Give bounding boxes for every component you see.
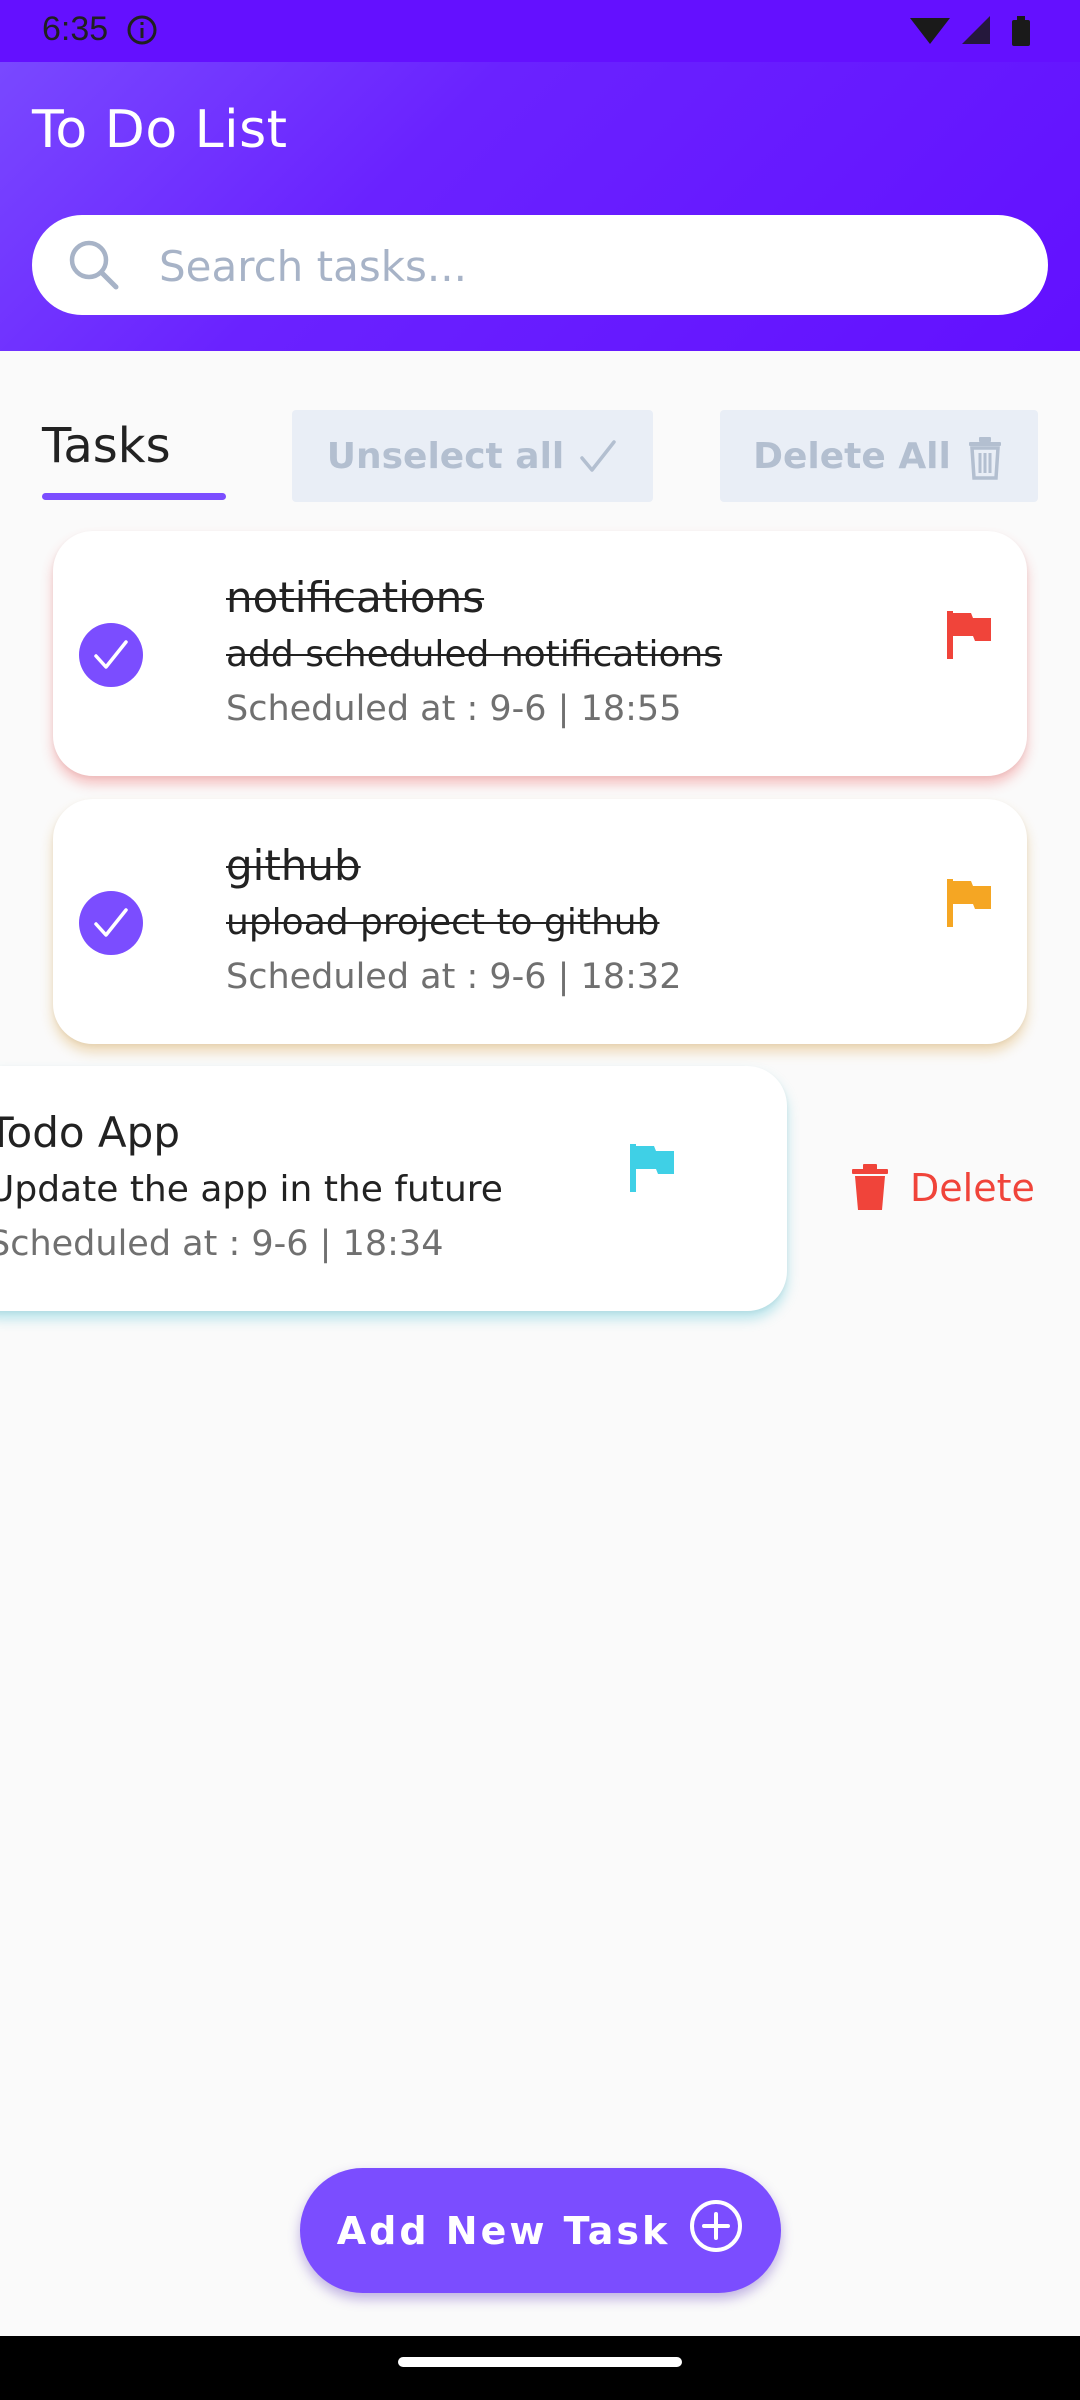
task-card[interactable]: github upload project to github Schedule…: [53, 799, 1027, 1044]
task-card[interactable]: notifications add scheduled notification…: [53, 531, 1027, 776]
page-title: To Do List: [32, 100, 288, 160]
info-circle-icon: [126, 14, 158, 46]
task-scheduled-time: Scheduled at : 9-6 | 18:32: [226, 957, 682, 997]
priority-flag-icon: [628, 1142, 676, 1194]
check-icon: [578, 436, 618, 476]
task-description: Update the app in the future: [0, 1169, 503, 1210]
add-new-task-button[interactable]: Add New Task: [300, 2168, 781, 2293]
battery-icon: [1012, 16, 1030, 46]
plus-circle-icon: [688, 2198, 744, 2263]
trash-icon: [965, 436, 1005, 480]
status-time: 6:35: [42, 10, 109, 48]
task-description: upload project to github: [226, 902, 660, 943]
swipe-delete-button[interactable]: Delete: [850, 1160, 1035, 1216]
system-nav-bar: [0, 2336, 1080, 2400]
task-description: add scheduled notifications: [226, 634, 723, 675]
task-scheduled-time: Scheduled at : 9-6 | 18:34: [0, 1224, 444, 1264]
cell-signal-icon: [962, 16, 990, 44]
task-checkbox-checked[interactable]: [79, 623, 143, 687]
home-indicator[interactable]: [398, 2357, 682, 2367]
task-title: notifications: [226, 573, 485, 622]
status-bar: 6:35: [0, 0, 1080, 62]
search-bar[interactable]: [32, 215, 1048, 317]
trash-icon: [850, 1163, 890, 1214]
tab-active-indicator: [42, 493, 226, 500]
tab-tasks[interactable]: Tasks: [42, 418, 171, 474]
wifi-icon: [910, 18, 950, 44]
delete-all-button[interactable]: Delete All: [720, 410, 1038, 502]
unselect-all-label: Unselect all: [326, 435, 565, 477]
priority-flag-icon: [945, 877, 993, 929]
swipe-delete-label: Delete: [910, 1166, 1035, 1210]
search-icon: [66, 237, 122, 293]
task-checkbox-checked[interactable]: [79, 891, 143, 955]
delete-all-label: Delete All: [753, 435, 951, 477]
unselect-all-button[interactable]: Unselect all: [292, 410, 653, 502]
task-title: github: [226, 841, 361, 890]
task-card[interactable]: Todo App Update the app in the future Sc…: [0, 1066, 787, 1311]
priority-flag-icon: [945, 609, 993, 661]
search-input[interactable]: [157, 215, 1021, 317]
task-scheduled-time: Scheduled at : 9-6 | 18:55: [226, 689, 682, 729]
task-title: Todo App: [0, 1108, 180, 1157]
add-new-task-label: Add New Task: [336, 2208, 671, 2253]
status-icons: [902, 12, 1042, 48]
